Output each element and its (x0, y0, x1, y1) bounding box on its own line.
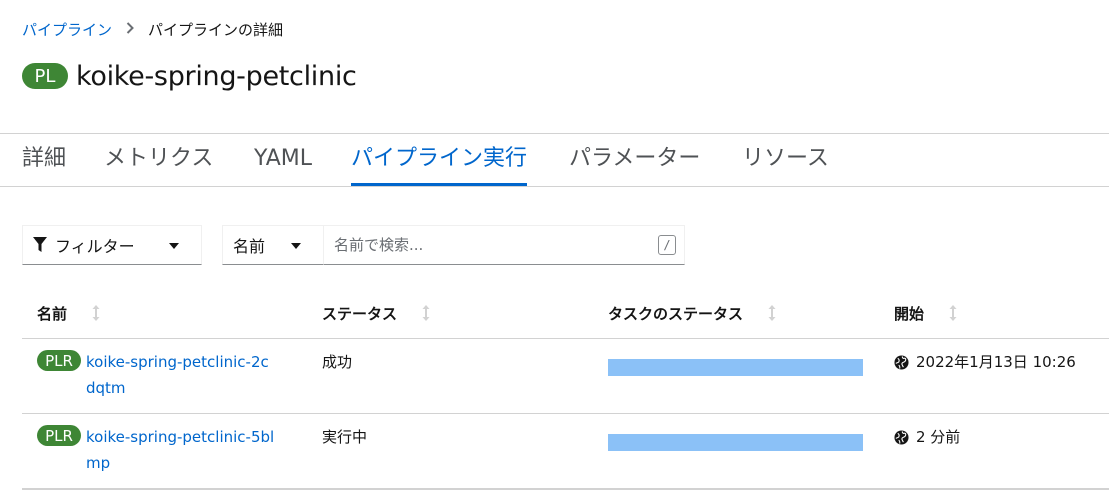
globe-icon (894, 354, 909, 370)
tab-yaml[interactable]: YAML (254, 134, 312, 186)
run-started-time: 2022年1月13日 10:26 (916, 353, 1076, 371)
tab-parameters[interactable]: パラメーター (569, 134, 700, 186)
run-started: 2 分前 (894, 424, 960, 450)
tab-bar: 詳細 メトリクス YAML パイプライン実行 パラメーター リソース (0, 133, 1109, 187)
caret-down-icon (291, 243, 301, 249)
sort-icon (768, 305, 776, 321)
breadcrumb: パイプライン パイプラインの詳細 (22, 18, 283, 40)
pipeline-badge: PL (22, 63, 68, 89)
chevron-right-icon (126, 21, 134, 37)
task-status-bar[interactable] (608, 359, 863, 376)
pipeline-run-badge: PLR (37, 350, 81, 371)
filter-icon (33, 237, 47, 252)
run-started-time: 2 分前 (916, 428, 961, 446)
task-status-bar-fill (608, 434, 863, 451)
run-status: 実行中 (322, 428, 368, 446)
sort-icon (92, 305, 100, 321)
column-header-started[interactable]: 開始 (894, 290, 958, 338)
column-header-status[interactable]: ステータス (322, 290, 431, 338)
run-status: 成功 (322, 353, 353, 371)
keyboard-shortcut-hint: / (658, 235, 676, 255)
run-started: 2022年1月13日 10:26 (894, 349, 1076, 375)
sort-icon (949, 305, 957, 321)
pipeline-run-link[interactable]: koike-spring-petclinic-2cdqtm (86, 349, 276, 401)
column-header-task-status[interactable]: タスクのステータス (608, 290, 777, 338)
column-header-name-label: 名前 (37, 305, 68, 323)
tab-metrics[interactable]: メトリクス (104, 134, 213, 186)
table-row: PLR koike-spring-petclinic-2cdqtm 成功 202… (22, 339, 1109, 414)
globe-icon (894, 429, 909, 445)
tab-pipeline-runs[interactable]: パイプライン実行 (351, 134, 528, 186)
task-status-bar-fill (608, 359, 863, 376)
column-header-task-status-label: タスクのステータス (608, 305, 744, 323)
pipeline-runs-table: 名前 ステータス タスクのステータス 開始 PLR koike-spring-p… (22, 290, 1109, 490)
tab-resources[interactable]: リソース (742, 134, 829, 186)
search-input[interactable] (334, 226, 634, 264)
task-status-bar[interactable] (608, 434, 863, 451)
sort-icon (422, 305, 430, 321)
column-header-status-label: ステータス (322, 305, 398, 323)
pipeline-run-badge: PLR (37, 425, 81, 446)
column-header-name[interactable]: 名前 (37, 290, 101, 338)
attribute-select[interactable]: 名前 (222, 225, 324, 265)
caret-down-icon (169, 243, 179, 249)
breadcrumb-link-pipelines[interactable]: パイプライン (22, 19, 112, 40)
filter-label: フィルター (55, 237, 135, 256)
table-row: PLR koike-spring-petclinic-5blmp 実行中 2 分… (22, 414, 1109, 490)
breadcrumb-current: パイプラインの詳細 (148, 20, 284, 39)
table-header: 名前 ステータス タスクのステータス 開始 (22, 290, 1109, 339)
tab-details[interactable]: 詳細 (22, 134, 66, 186)
column-header-started-label: 開始 (894, 305, 925, 323)
search-box: / (323, 225, 685, 265)
attribute-select-value: 名前 (233, 237, 266, 256)
page-title: koike-spring-petclinic (76, 60, 357, 92)
page-header: PL koike-spring-petclinic (22, 58, 357, 94)
filter-dropdown[interactable]: フィルター (22, 225, 202, 265)
pipeline-run-link[interactable]: koike-spring-petclinic-5blmp (86, 424, 276, 476)
